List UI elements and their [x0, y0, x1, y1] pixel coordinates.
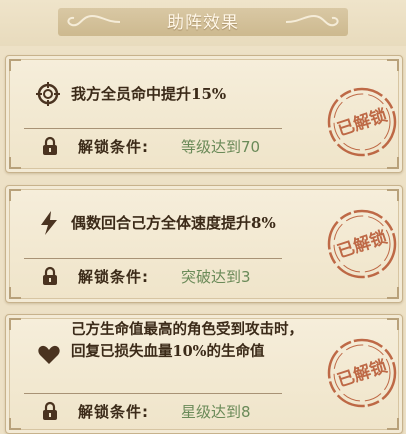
- effect-card-3: 己方生命值最高的角色受到攻击时，回复已损失血量10%的生命值 解锁条件: 星级达…: [5, 314, 403, 434]
- unlock-condition-value: 星级达到8: [181, 403, 251, 421]
- divider: [24, 393, 282, 394]
- unlocked-stamp: 已解锁: [327, 338, 397, 408]
- lock-icon: [43, 266, 57, 285]
- svg-text:已解锁: 已解锁: [335, 105, 390, 141]
- effect-text: 己方生命值最高的角色受到攻击时，回复已损失血量10%的生命值: [71, 321, 303, 360]
- unlocked-stamp: 已解锁: [327, 209, 397, 279]
- effect-text: 偶数回合己方全体速度提升8%: [71, 214, 276, 232]
- target-icon: [36, 82, 60, 106]
- panel-header: 助阵效果: [0, 0, 406, 46]
- unlocked-stamp: 已解锁: [327, 87, 397, 157]
- divider: [24, 128, 282, 129]
- effect-card-2: 偶数回合己方全体速度提升8% 解锁条件: 突破达到3 已解锁: [5, 185, 403, 303]
- lock-icon: [43, 401, 57, 420]
- lightning-icon: [41, 211, 57, 235]
- heart-icon: [38, 345, 60, 364]
- unlock-condition-label: 解锁条件:: [78, 403, 149, 421]
- unlock-condition-label: 解锁条件:: [78, 138, 149, 156]
- effect-card-1: 我方全员命中提升15% 解锁条件: 等级达到70 已解锁: [5, 55, 403, 173]
- unlock-condition-label: 解锁条件:: [78, 268, 149, 286]
- lock-icon: [43, 136, 57, 155]
- effect-text: 我方全员命中提升15%: [71, 85, 227, 103]
- page-title: 助阵效果: [167, 13, 239, 33]
- unlock-condition-value: 等级达到70: [181, 138, 261, 156]
- unlock-condition-value: 突破达到3: [181, 268, 251, 286]
- divider: [24, 258, 282, 259]
- svg-text:已解锁: 已解锁: [335, 227, 390, 263]
- svg-text:已解锁: 已解锁: [335, 356, 390, 392]
